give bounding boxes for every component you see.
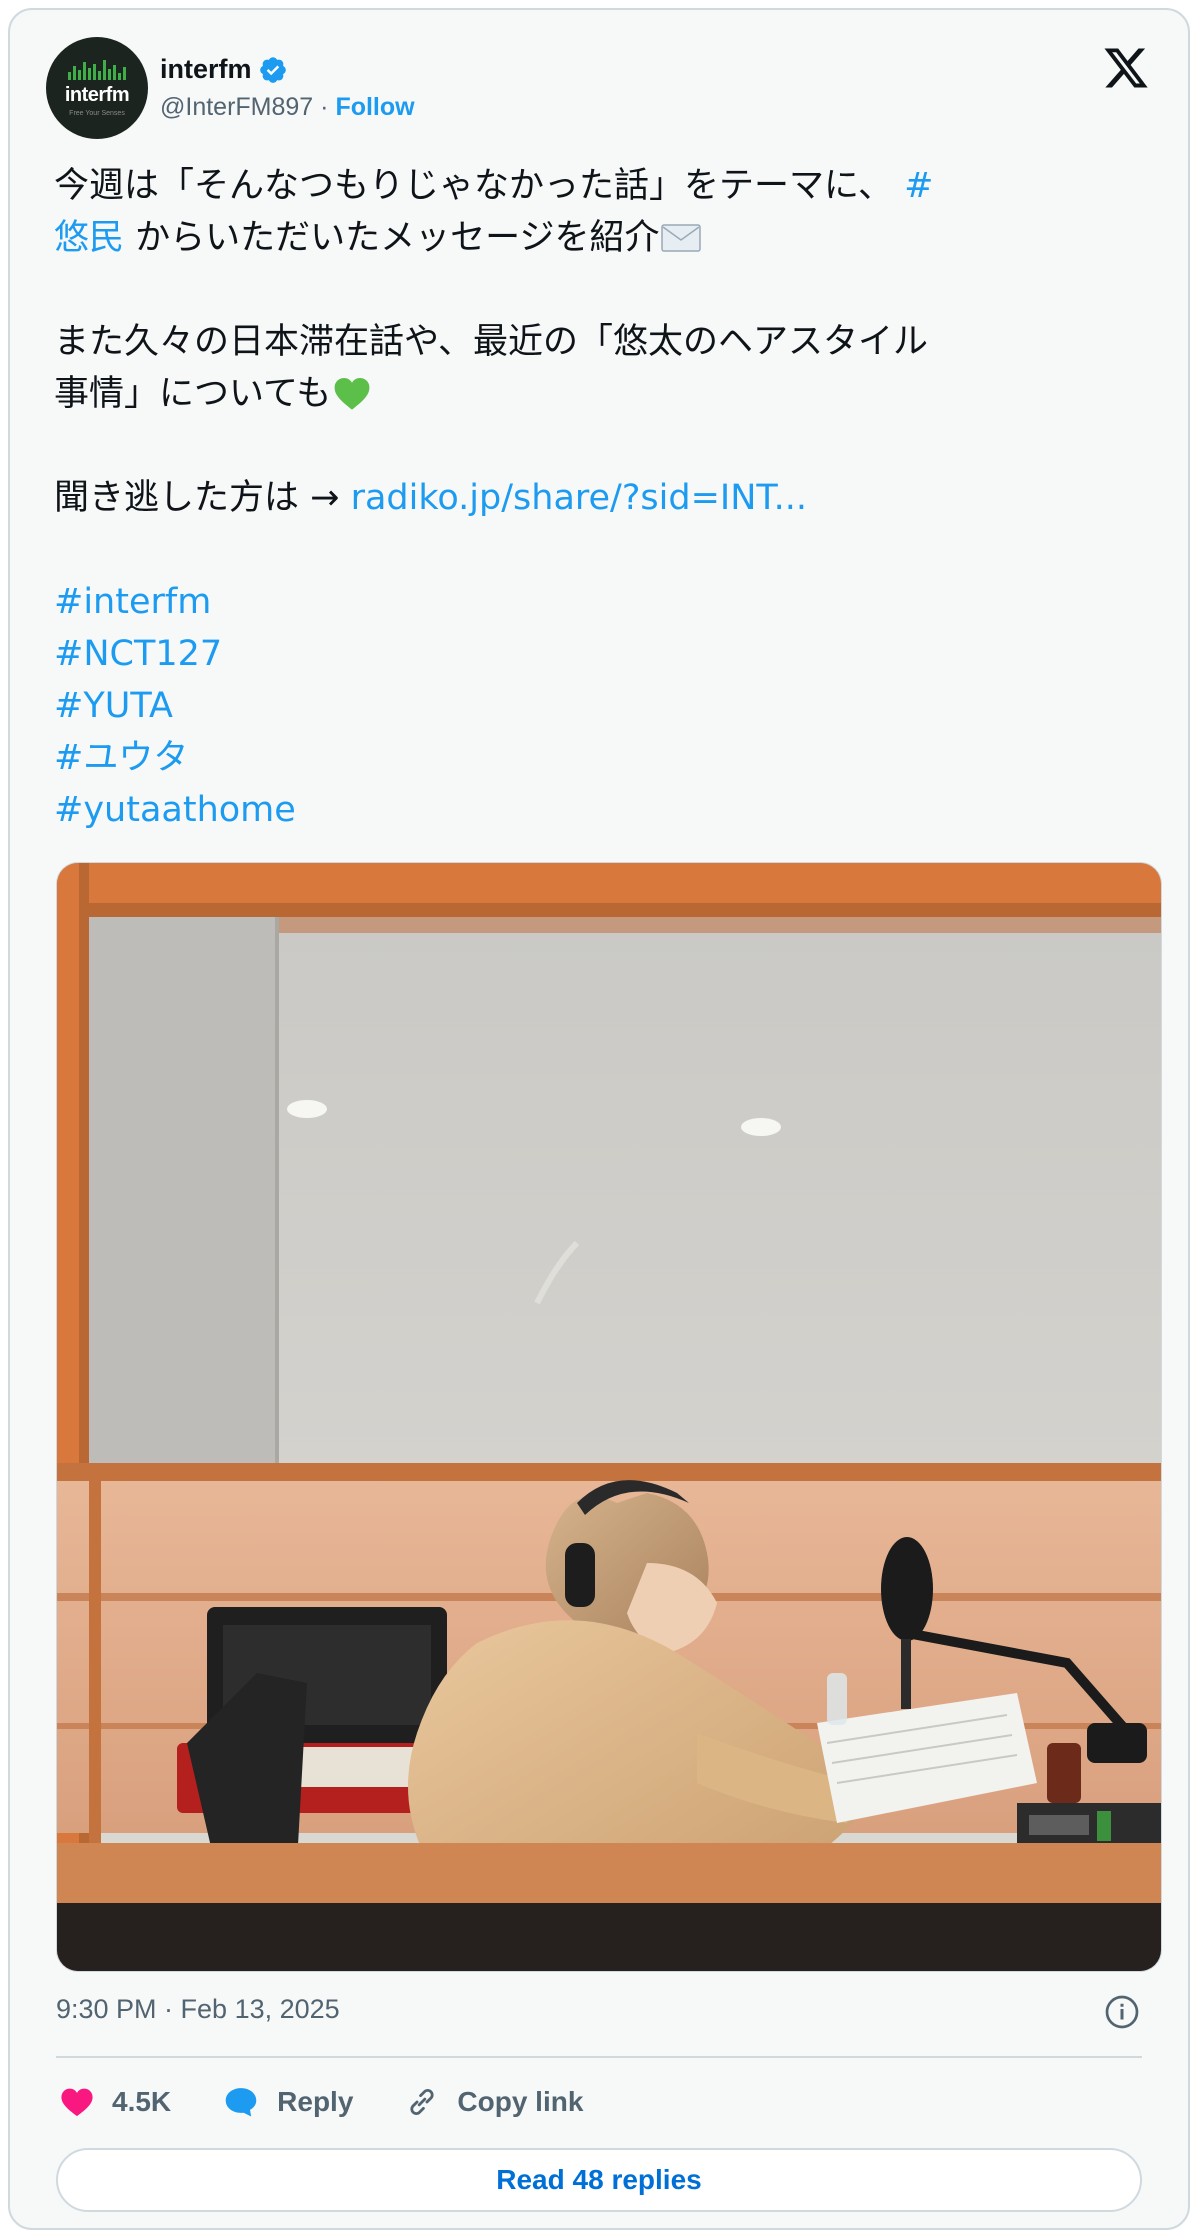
heart-icon xyxy=(61,2088,93,2117)
radiko-link[interactable]: radiko.jp/share/?sid=INT... xyxy=(351,478,807,518)
display-name[interactable]: interfm xyxy=(160,54,252,85)
tweet-paragraph-1: 今週は「そんなつもりじゃなかった話」をテーマに、 # 悠民 からいただいたメッセ… xyxy=(54,160,1154,264)
envelope-emoji xyxy=(661,224,702,252)
tweet-paragraph-2: また久々の日本滞在話や、最近の「悠太のヘアスタイル 事情」についても xyxy=(54,316,1154,420)
hashtag-link[interactable]: # xyxy=(904,166,933,206)
tweet-text-segment: 事情」についても xyxy=(54,374,332,414)
hashtag-link[interactable]: #YUTA xyxy=(54,686,173,726)
tweet-header: interfm Free Your Senses interfm @InterF… xyxy=(46,36,415,140)
follow-button[interactable]: Follow xyxy=(335,93,414,121)
tweet-text-segment: 聞き逃した方は → xyxy=(54,478,351,518)
green-heart-emoji xyxy=(334,377,370,410)
hashtag-link[interactable]: 悠民 xyxy=(54,218,124,258)
avatar-tagline: Free Your Senses xyxy=(69,109,125,117)
hashtag-link[interactable]: #interfm xyxy=(54,582,211,622)
reply-button[interactable]: Reply xyxy=(223,2086,353,2118)
read-replies-button[interactable]: Read 48 replies xyxy=(56,2148,1142,2212)
tweet-text-segment: 今週は「そんなつもりじゃなかった話」をテーマに、 xyxy=(54,166,893,206)
tweet-card: interfm Free Your Senses interfm @InterF… xyxy=(8,8,1190,2230)
tweet-body: 今週は「そんなつもりじゃなかった話」をテーマに、 # 悠民 からいただいたメッセ… xyxy=(54,160,1154,836)
separator: · xyxy=(313,93,336,121)
avatar-logo-text: interfm xyxy=(64,83,130,106)
copy-link-label: Copy link xyxy=(457,2086,584,2117)
studio-photo-illustration xyxy=(57,863,1161,1971)
x-logo-icon[interactable] xyxy=(1102,44,1150,92)
handle-row: @InterFM897 · Follow xyxy=(160,93,415,122)
like-count: 4.5K xyxy=(112,2086,172,2117)
copy-link-button[interactable]: Copy link xyxy=(405,2085,583,2119)
equalizer-icon xyxy=(68,59,126,80)
avatar[interactable]: interfm Free Your Senses xyxy=(46,37,148,139)
tweet-text-segment: からいただいたメッセージを紹介 xyxy=(124,218,660,258)
display-name-row: interfm xyxy=(160,54,415,85)
like-button[interactable]: 4.5K xyxy=(60,2086,171,2118)
hashtag-link[interactable]: #NCT127 xyxy=(54,634,222,674)
hashtag-link[interactable]: #yutaathome xyxy=(54,790,296,830)
speech-bubble-icon xyxy=(225,2088,257,2117)
handle[interactable]: @InterFM897 xyxy=(160,93,313,121)
tweet-photo[interactable] xyxy=(56,862,1162,1972)
tweet-timestamp[interactable]: 9:30 PM · Feb 13, 2025 xyxy=(56,1994,340,2025)
action-bar: 4.5K Reply Copy link xyxy=(60,2080,635,2124)
info-icon[interactable] xyxy=(1104,1994,1140,2030)
divider xyxy=(56,2056,1142,2058)
link-icon xyxy=(410,2088,435,2116)
tweet-paragraph-3: 聞き逃した方は → radiko.jp/share/?sid=INT... xyxy=(54,472,1154,524)
user-block: interfm @InterFM897 · Follow xyxy=(160,37,415,139)
hashtag-list: #interfm #NCT127 #YUTA #ユウタ #yutaathome xyxy=(54,576,1154,836)
tweet-text-segment: また久々の日本滞在話や、最近の「悠太のヘアスタイル xyxy=(54,322,928,362)
hashtag-link[interactable]: #ユウタ xyxy=(54,738,188,778)
verified-badge-icon xyxy=(259,56,286,83)
reply-label: Reply xyxy=(277,2086,354,2117)
